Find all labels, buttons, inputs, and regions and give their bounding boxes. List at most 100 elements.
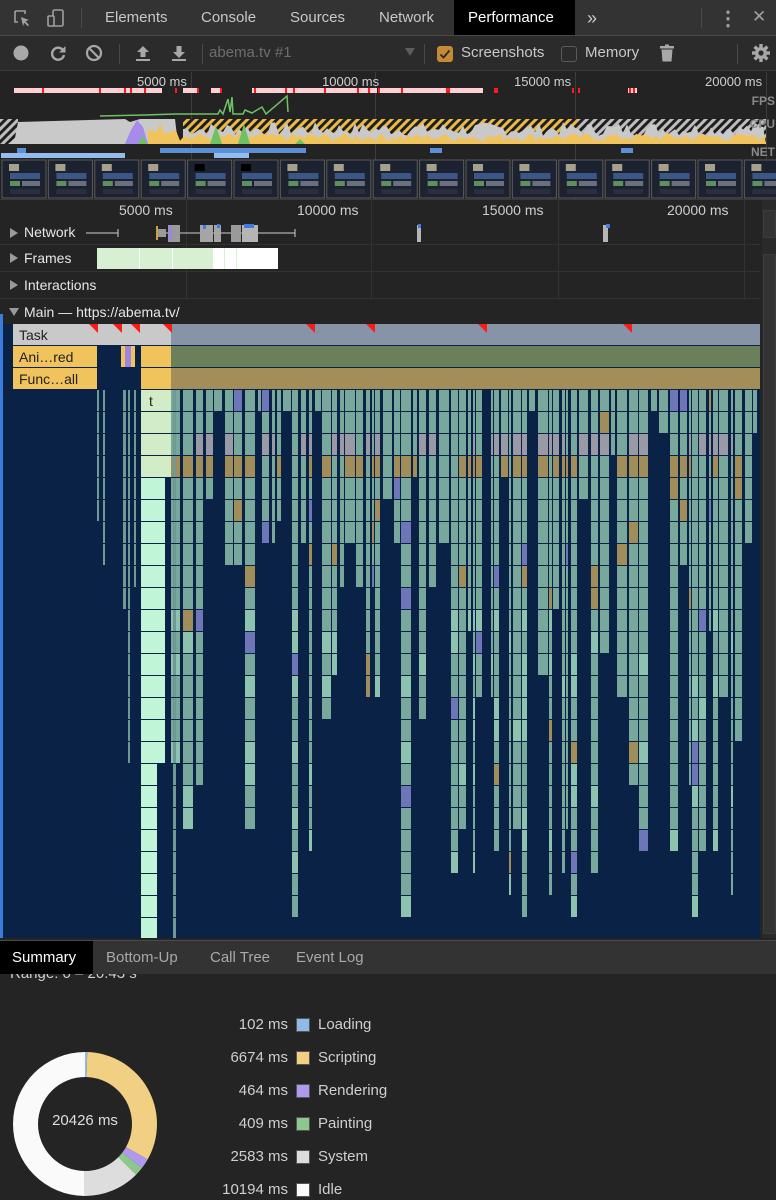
flame-call-block — [292, 852, 298, 873]
thumbnail-block — [300, 181, 319, 186]
track-interactions[interactable]: Interactions — [0, 272, 760, 299]
fps-drop-marker — [130, 88, 132, 93]
fps-drop-marker — [175, 88, 177, 93]
gear-icon[interactable] — [751, 43, 771, 63]
flame-call-block — [538, 500, 548, 521]
profile-select[interactable]: abema.tv #1 — [209, 44, 292, 61]
close-icon[interactable]: ✕ — [752, 7, 766, 27]
flame-call-block — [292, 610, 298, 631]
flame-call-block — [309, 522, 312, 543]
flame-call-block — [522, 764, 527, 785]
flame-call-block — [245, 434, 255, 455]
screenshot-thumbnail — [558, 159, 604, 199]
flame-call-block — [629, 764, 638, 785]
flame-call-block — [680, 500, 687, 521]
flame-call-block — [538, 434, 548, 455]
flame-call-block — [459, 632, 466, 653]
flame-call-block — [735, 434, 742, 455]
track-main-header[interactable]: Main — https://abema.tv/ — [0, 299, 760, 324]
flame-call-block — [173, 456, 176, 477]
flame-call-block — [735, 412, 742, 433]
tab-console[interactable]: Console — [187, 0, 270, 35]
thumbnail-block — [334, 173, 365, 179]
flame-call-block — [245, 522, 255, 543]
thumbnail-block — [578, 181, 597, 186]
memory-label[interactable]: Memory — [585, 44, 639, 61]
scrollbar-thumb[interactable] — [763, 254, 776, 934]
memory-checkbox[interactable] — [561, 46, 577, 62]
flame-call-block — [473, 852, 475, 873]
thumbnail-image — [565, 164, 576, 171]
screenshots-label[interactable]: Screenshots — [461, 44, 544, 61]
flame-call-block — [401, 874, 411, 895]
flame-call-block — [566, 566, 568, 587]
flame-call-block — [473, 830, 475, 851]
flame-call-block — [322, 434, 331, 455]
tab-summary[interactable]: Summary — [0, 941, 93, 975]
flame-call-block — [611, 390, 615, 411]
flame-call-block — [629, 544, 638, 565]
track-frames[interactable]: Frames — [0, 245, 760, 272]
flame-call-block — [401, 610, 411, 631]
reload-icon[interactable] — [48, 43, 68, 63]
screenshot-thumbnail — [187, 159, 233, 199]
fps-drop-marker — [496, 88, 498, 93]
flame-call-block — [745, 456, 752, 477]
collapse-arrow-icon[interactable] — [9, 308, 19, 316]
main-thread-flame-chart[interactable]: Task Ani…red Func…all t — [3, 324, 760, 938]
timeline-scrollbar[interactable] — [762, 200, 776, 938]
flame-call-block — [459, 676, 466, 697]
tab-bottom-up[interactable]: Bottom-Up — [94, 941, 190, 975]
tab-performance[interactable]: Performance — [454, 0, 575, 35]
flame-call-block — [419, 588, 426, 609]
flame-call-block — [468, 588, 471, 609]
flame-call-block — [473, 390, 475, 411]
expand-arrow-icon[interactable] — [10, 280, 18, 290]
tab-event-log[interactable]: Event Log — [284, 941, 376, 975]
trash-icon[interactable] — [657, 43, 677, 63]
flame-call-block — [383, 456, 392, 477]
inspect-element-icon[interactable] — [12, 8, 32, 28]
flame-call-block — [553, 500, 559, 521]
device-toolbar-icon[interactable] — [46, 8, 66, 28]
tab-network[interactable]: Network — [365, 0, 448, 35]
flame-call-block — [345, 456, 355, 477]
flame-chart-canvas[interactable] — [3, 324, 760, 938]
flame-call-block — [451, 654, 458, 675]
flame-call-block — [692, 412, 698, 433]
flame-call-block — [173, 566, 176, 587]
flame-call-block — [713, 500, 718, 521]
flame-call-block — [459, 478, 466, 499]
flame-call-block — [522, 610, 527, 631]
scrollbar-thumb[interactable] — [763, 210, 776, 238]
legend-swatch — [296, 1018, 310, 1032]
flame-call-block — [451, 544, 458, 565]
flame-call-block — [128, 434, 130, 455]
flame-call-block — [141, 830, 157, 851]
timeline-overview[interactable]: 5000 ms 10000 ms 15000 ms 20000 ms FPS C… — [0, 72, 776, 200]
upload-icon[interactable] — [133, 43, 153, 63]
flame-call-block — [522, 654, 527, 675]
tab-sources[interactable]: Sources — [276, 0, 359, 35]
flame-call-block — [571, 500, 577, 521]
flame-call-block — [277, 434, 281, 455]
flame-call-block — [309, 742, 312, 763]
flame-call-block — [196, 698, 203, 719]
screenshots-checkbox[interactable] — [437, 46, 453, 62]
tab-elements[interactable]: Elements — [91, 0, 182, 35]
flame-call-block — [509, 874, 511, 895]
record-icon[interactable] — [11, 43, 31, 63]
chevron-down-icon[interactable] — [405, 48, 415, 56]
download-icon[interactable] — [169, 43, 189, 63]
flame-call-block — [538, 588, 548, 609]
flame-call-block — [629, 742, 638, 763]
flame-call-block — [692, 610, 698, 631]
flame-call-block — [473, 654, 475, 675]
track-network[interactable]: Network — [0, 221, 760, 245]
tab-call-tree[interactable]: Call Tree — [198, 941, 282, 975]
clear-icon[interactable] — [84, 43, 104, 63]
flame-call-block — [245, 566, 255, 587]
kebab-menu-icon[interactable]: ⋮ — [718, 6, 738, 31]
flame-call-block — [468, 434, 471, 455]
more-tabs-button[interactable]: » — [573, 0, 611, 35]
